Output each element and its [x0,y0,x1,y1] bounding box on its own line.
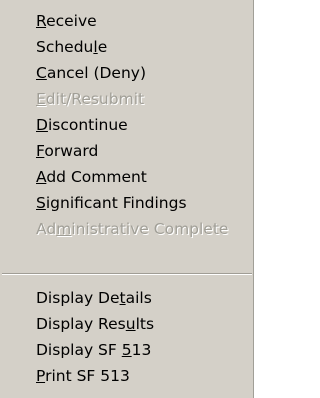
mnemonic-letter: C [36,64,47,82]
mnemonic-letter: 5 [121,341,132,359]
menu-item-label: Display Results [36,315,155,333]
menu-item-administrative-complete[interactable]: Administrative Complete [0,217,254,241]
mnemonic-letter: m [56,220,72,238]
menu-item-label: Significant Findings [36,194,187,212]
menu-item-label: Display Details [36,289,152,307]
menu-item-print-sf-513[interactable]: Print SF 513 [0,364,254,388]
menu-item-label: Edit/Resubmit [36,90,145,108]
menu-item-label: Schedule [36,38,108,56]
context-menu: Receive Schedule Cancel (Deny) Edit/Resu… [0,0,254,398]
menu-item-label: Receive [36,12,97,30]
mnemonic-letter: A [36,168,47,186]
menu-item-schedule[interactable]: Schedule [0,35,254,59]
menu-item-display-results[interactable]: Display Results [0,312,254,336]
menu-item-add-comment[interactable]: Add Comment [0,165,254,189]
menu-item-label: Discontinue [36,116,128,134]
mnemonic-letter: u [125,315,136,333]
menu-item-label: Administrative Complete [36,220,229,238]
menu-item-label: Cancel (Deny) [36,64,147,82]
menu-item-receive[interactable]: Receive [0,9,254,33]
menu-item-significant-findings[interactable]: Significant Findings [0,191,254,215]
menu-item-edit-resubmit[interactable]: Edit/Resubmit [0,87,254,111]
menu-item-label: Forward [36,142,99,160]
menu-item-display-details[interactable]: Display Details [0,286,254,310]
menu-separator [2,273,252,275]
mnemonic-letter: R [36,12,47,30]
menu-item-display-sf-513[interactable]: Display SF 513 [0,338,254,362]
menu-item-cancel-deny[interactable]: Cancel (Deny) [0,61,254,85]
menu-item-label: Display SF 513 [36,341,152,359]
mnemonic-letter: P [36,367,46,385]
menu-item-label: Add Comment [36,168,147,186]
mnemonic-letter: D [36,116,48,134]
mnemonic-letter: S [36,194,46,212]
menu-item-label: Print SF 513 [36,367,130,385]
menu-item-forward[interactable]: Forward [0,139,254,163]
mnemonic-letter: E [36,90,46,108]
menu-item-discontinue[interactable]: Discontinue [0,113,254,137]
